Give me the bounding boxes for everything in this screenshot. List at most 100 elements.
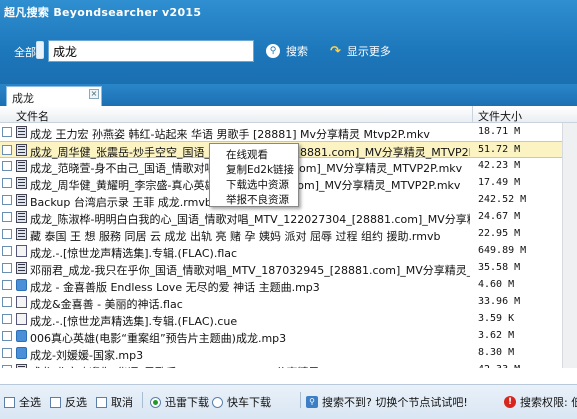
- cancel-checkbox[interactable]: 取消: [96, 394, 133, 410]
- switch-node-link[interactable]: ⚲ 搜索不到? 切换个节点试试吧!: [306, 394, 468, 410]
- search-icon: ⚲: [306, 396, 318, 408]
- file-name: 成龙 - 金喜善版 Endless Love 无尽的爱 神话 主题曲.mp3: [30, 281, 320, 294]
- table-row[interactable]: 成龙 王力宏 孙燕姿 韩红-站起来 华语 男歌手 [28881] Mv分享精灵 …: [0, 124, 577, 141]
- audio-file-icon: [16, 347, 27, 359]
- thunder-download-label: 迅雷下载: [165, 396, 209, 409]
- row-checkbox[interactable]: [2, 365, 12, 368]
- row-checkbox[interactable]: [2, 145, 12, 155]
- video-file-icon: [16, 160, 27, 172]
- refresh-arrow-icon: ↷: [330, 43, 341, 59]
- tab-chenglong[interactable]: 成龙 ×: [6, 86, 102, 106]
- file-size: 24.67 M: [478, 211, 521, 222]
- menu-item-copy-ed2k[interactable]: 复制Ed2k链接: [210, 161, 298, 176]
- menu-item-download-selected[interactable]: 下载选中资源: [210, 176, 298, 191]
- warning-icon: !: [504, 396, 516, 408]
- file-size: 42.33 M: [478, 364, 520, 368]
- kuaiche-download-radio[interactable]: 快车下载: [212, 394, 271, 410]
- row-checkbox[interactable]: [2, 297, 12, 307]
- row-checkbox[interactable]: [2, 246, 12, 256]
- vertical-scrollbar[interactable]: [562, 123, 577, 368]
- search-button[interactable]: ⚲ 搜索: [266, 41, 308, 61]
- column-header-name[interactable]: 文件名: [16, 108, 49, 124]
- file-size: 18.71 M: [478, 126, 521, 137]
- row-checkbox[interactable]: [2, 314, 12, 324]
- search-input[interactable]: [48, 40, 254, 62]
- row-checkbox[interactable]: [2, 195, 12, 205]
- thunder-download-radio[interactable]: 迅雷下载: [150, 394, 209, 410]
- file-size: 3.59 K: [478, 313, 515, 324]
- invert-checkbox[interactable]: 反选: [50, 394, 87, 410]
- table-row[interactable]: 成龙 - 金喜善版 Endless Love 无尽的爱 神话 主题曲.mp3 4.…: [0, 277, 577, 294]
- search-icon: ⚲: [266, 44, 280, 58]
- file-size: 4.60 M: [478, 279, 515, 290]
- scope-dropdown-handle[interactable]: [36, 41, 44, 59]
- close-icon[interactable]: ×: [89, 89, 99, 99]
- file-size: 649.89 M: [478, 245, 527, 256]
- no-results-hint: 搜索不到? 切换个节点试试吧!: [322, 396, 468, 409]
- file-name: 成龙_陈淑桦-明明白白我的心_国语_情歌对唱_MTV_122027304_[28…: [30, 213, 470, 226]
- row-checkbox[interactable]: [2, 212, 12, 222]
- file-name: 成龙 王力宏 孙燕姿 韩红-站起来 华语 男歌手 [28881] Mv分享精灵 …: [30, 128, 430, 141]
- file-name: 邓丽君_成龙-我只在乎你_国语_情歌对唱_MTV_187032945_[2888…: [30, 264, 470, 277]
- table-row[interactable]: 成龙-北京欢迎你_华语_男歌手_[28881.com]_MV分享精灵_MTVP2…: [0, 362, 577, 368]
- doc-file-icon: [16, 296, 27, 308]
- search-row: 全部 ⚲ 搜索 ↷ 显示更多: [0, 38, 577, 64]
- table-row[interactable]: 006真心英雄(电影“重案组”预告片主题曲)成龙.mp3 3.62 M: [0, 328, 577, 345]
- table-row[interactable]: 成龙.-.[惊世龙声精选集].专辑.(FLAC).flac 649.89 M: [0, 243, 577, 260]
- file-size: 8.30 M: [478, 347, 515, 358]
- radio-dot: [150, 396, 161, 408]
- table-row[interactable]: 成龙-刘媛媛-国家.mp3 8.30 M: [0, 345, 577, 362]
- row-checkbox[interactable]: [2, 263, 12, 273]
- header: 超凡搜索 Beyondsearcher v2015 全部 ⚲ 搜索 ↷ 显示更多: [0, 0, 577, 84]
- column-header-size[interactable]: 文件大小: [478, 108, 522, 124]
- video-file-icon: [16, 228, 27, 240]
- video-file-icon: [16, 262, 27, 274]
- file-size: 3.62 M: [478, 330, 515, 341]
- table-row[interactable]: 成龙.-.[惊世龙声精选集].专辑.(FLAC).cue 3.59 K: [0, 311, 577, 328]
- doc-file-icon: [16, 313, 27, 325]
- invert-label: 反选: [65, 396, 87, 409]
- video-file-icon: [16, 177, 27, 189]
- table-row[interactable]: 藏 泰国 王 想 服務 同居 云 成龙 出轨 亮 赌 孕 姨妈 派对 屈辱 过程…: [0, 226, 577, 243]
- column-divider: [472, 106, 473, 123]
- row-checkbox[interactable]: [2, 127, 12, 137]
- row-checkbox[interactable]: [2, 161, 12, 171]
- file-size: 51.72 M: [478, 144, 521, 155]
- file-size: 35.58 M: [478, 262, 521, 273]
- file-name: 成龙&金喜善 - 美丽的神话.flac: [30, 298, 183, 311]
- table-row[interactable]: 邓丽君_成龙-我只在乎你_国语_情歌对唱_MTV_187032945_[2888…: [0, 260, 577, 277]
- file-size: 17.49 M: [478, 177, 521, 188]
- menu-item-report[interactable]: 举报不良资源: [210, 191, 298, 206]
- table-row[interactable]: 成龙&金喜善 - 美丽的神话.flac 33.96 M: [0, 294, 577, 311]
- cancel-label: 取消: [111, 396, 133, 409]
- row-checkbox[interactable]: [2, 280, 12, 290]
- checkbox-box: [4, 396, 15, 408]
- row-checkbox[interactable]: [2, 229, 12, 239]
- row-checkbox[interactable]: [2, 348, 12, 358]
- file-size: 42.23 M: [478, 160, 521, 171]
- file-name: 006真心英雄(电影“重案组”预告片主题曲)成龙.mp3: [30, 332, 287, 345]
- audio-file-icon: [16, 279, 27, 291]
- divider: [300, 392, 301, 408]
- bottom-bar: 全选 反选 取消 迅雷下载 快车下载 ⚲ 搜索不到? 切换个节点试试吧! ! 搜…: [0, 384, 577, 419]
- video-file-icon: [16, 364, 27, 368]
- menu-item-watch-online[interactable]: 在线观看: [210, 146, 298, 161]
- file-size: 242.52 M: [478, 194, 527, 205]
- scope-label[interactable]: 全部: [14, 44, 36, 60]
- table-row[interactable]: 成龙_陈淑桦-明明白白我的心_国语_情歌对唱_MTV_122027304_[28…: [0, 209, 577, 226]
- file-name: 成龙-北京欢迎你_华语_男歌手_[28881.com]_MV分享精灵_MTVP2…: [30, 364, 470, 368]
- context-menu: 在线观看 复制Ed2k链接 下载选中资源 举报不良资源: [209, 143, 299, 207]
- show-more-label: 显示更多: [346, 45, 391, 58]
- row-checkbox[interactable]: [2, 331, 12, 341]
- checkbox-box: [50, 396, 61, 408]
- select-all-label: 全选: [19, 396, 41, 409]
- doc-file-icon: [16, 245, 27, 257]
- file-size: 33.96 M: [478, 296, 521, 307]
- video-file-icon: [16, 144, 27, 156]
- show-more-button[interactable]: ↷ 显示更多: [330, 41, 391, 61]
- permission-hint: 搜索权限: 低: [520, 396, 577, 409]
- select-all-checkbox[interactable]: 全选: [4, 394, 41, 410]
- file-name: 藏 泰国 王 想 服務 同居 云 成龙 出轨 亮 赌 孕 姨妈 派对 屈辱 过程…: [30, 230, 441, 243]
- video-file-icon: [16, 126, 27, 138]
- row-checkbox[interactable]: [2, 178, 12, 188]
